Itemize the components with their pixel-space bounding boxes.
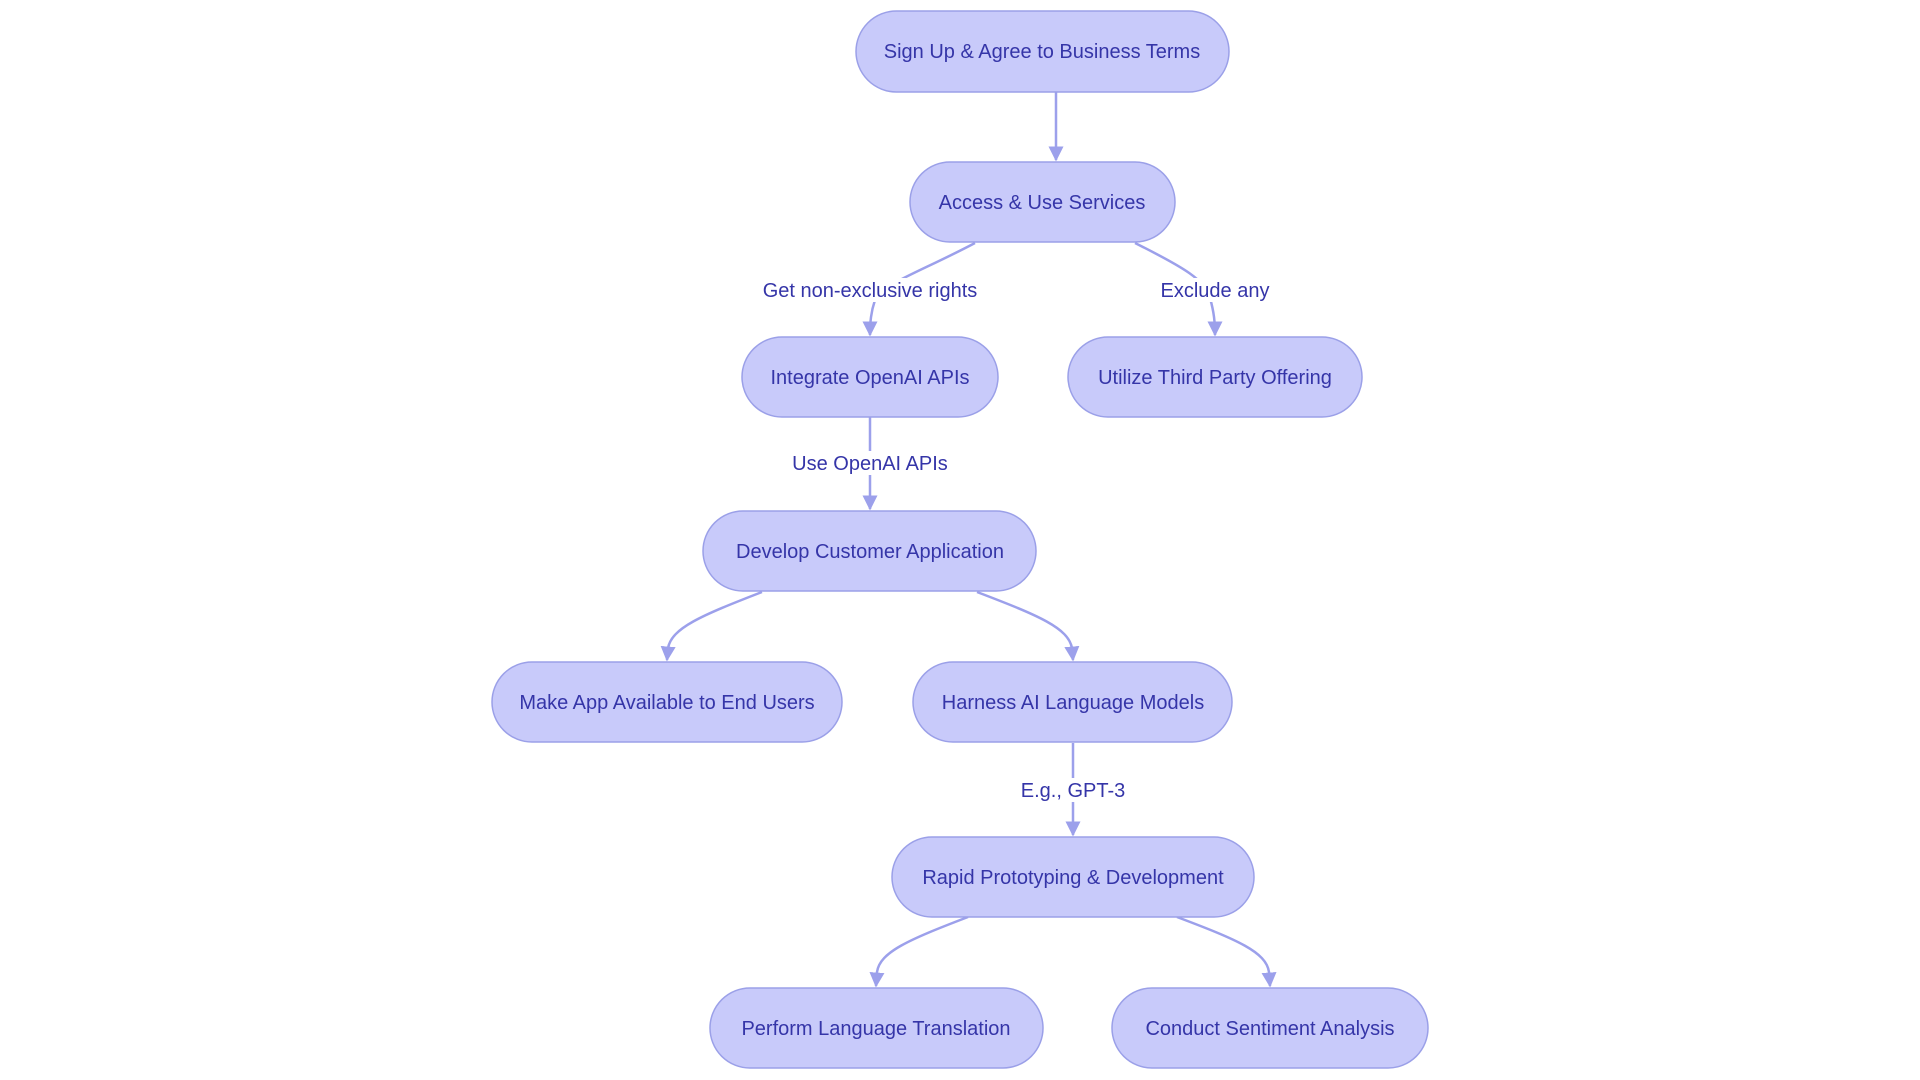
- node-label: Integrate OpenAI APIs: [770, 367, 969, 389]
- node-label: Sign Up & Agree to Business Terms: [884, 41, 1200, 63]
- node-access-services[interactable]: Access & Use Services: [909, 161, 1176, 243]
- edge-develop-makeapp: [660, 590, 763, 662]
- edge-rapid-translate: [869, 915, 969, 988]
- edge-label-eg-gpt3: E.g., GPT-3: [1021, 780, 1125, 802]
- node-develop-app[interactable]: Develop Customer Application: [702, 510, 1037, 592]
- node-language-translation[interactable]: Perform Language Translation: [709, 987, 1044, 1069]
- nodes-layer: Sign Up & Agree to Business Terms Access…: [491, 10, 1429, 1069]
- edge-rapid-sentiment: [1176, 915, 1277, 988]
- node-label: Make App Available to End Users: [519, 692, 814, 714]
- node-make-app-available[interactable]: Make App Available to End Users: [491, 661, 843, 743]
- node-label: Rapid Prototyping & Development: [922, 867, 1224, 889]
- node-label: Develop Customer Application: [736, 541, 1004, 563]
- edge-label-exclude-any: Exclude any: [1161, 280, 1270, 302]
- node-third-party[interactable]: Utilize Third Party Offering: [1067, 336, 1363, 418]
- node-label: Access & Use Services: [939, 192, 1146, 214]
- node-integrate-openai[interactable]: Integrate OpenAI APIs: [741, 336, 999, 418]
- node-label: Utilize Third Party Offering: [1098, 367, 1332, 389]
- flowchart-diagram: Get non-exclusive rights Exclude any Use…: [491, 10, 1429, 1069]
- node-sign-up[interactable]: Sign Up & Agree to Business Terms: [855, 10, 1230, 93]
- node-rapid-prototyping[interactable]: Rapid Prototyping & Development: [891, 836, 1255, 918]
- node-label: Harness AI Language Models: [942, 692, 1204, 714]
- edge-label-get-rights: Get non-exclusive rights: [763, 280, 978, 302]
- node-label: Conduct Sentiment Analysis: [1145, 1018, 1394, 1040]
- node-label: Perform Language Translation: [741, 1018, 1010, 1040]
- edge-label-use-openai-apis: Use OpenAI APIs: [792, 453, 948, 475]
- node-harness-ai[interactable]: Harness AI Language Models: [912, 661, 1233, 743]
- edge-develop-harness: [976, 590, 1080, 662]
- node-sentiment-analysis[interactable]: Conduct Sentiment Analysis: [1111, 987, 1429, 1069]
